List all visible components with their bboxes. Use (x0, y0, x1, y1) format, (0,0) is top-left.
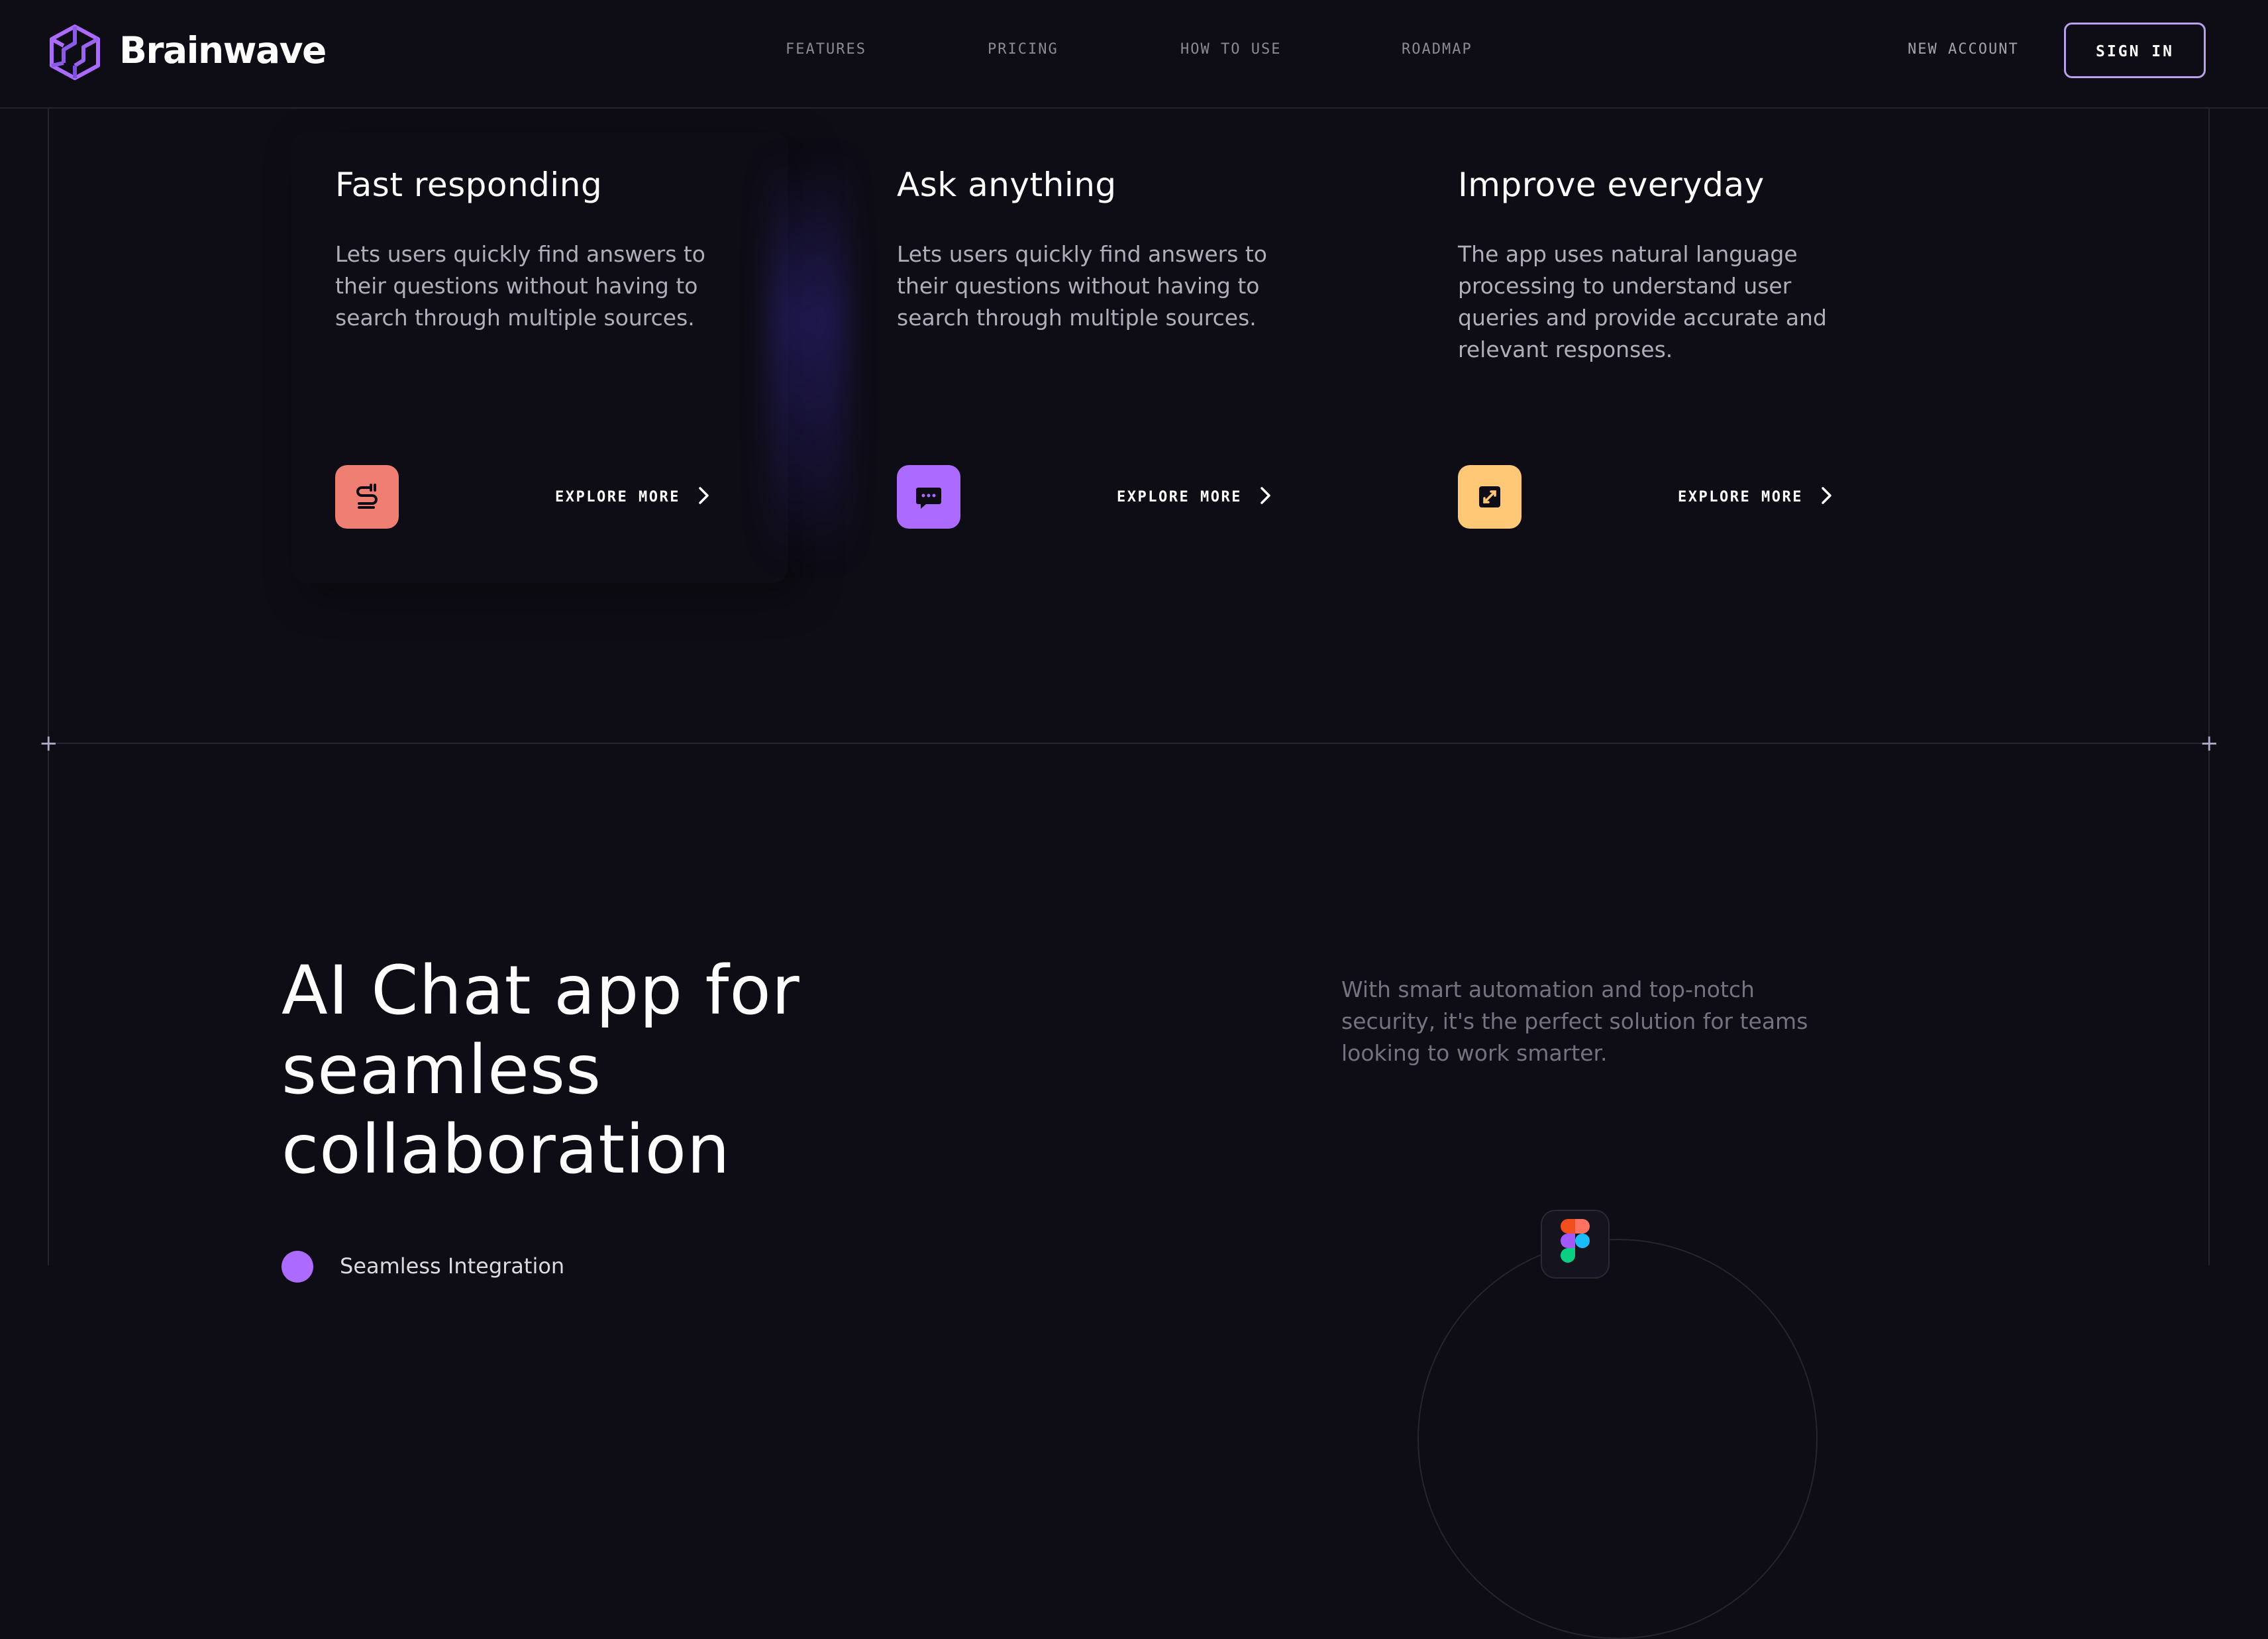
feature-description: The app uses natural language processing… (1458, 241, 1827, 362)
nav-features[interactable]: FEATURES (786, 41, 866, 58)
chevron-right-icon[interactable] (693, 485, 714, 506)
explore-more-link[interactable]: EXPLORE MORE (555, 489, 680, 505)
new-account-link[interactable]: NEW ACCOUNT (1908, 41, 2019, 58)
feature-title: Fast responding (335, 166, 603, 204)
chat-bubble-icon (916, 488, 941, 509)
header: Brainwave FEATURES PRICING HOW TO USE RO… (0, 0, 2268, 109)
nav-pricing[interactable]: PRICING (988, 41, 1058, 58)
feature-icon-box (1458, 465, 1521, 529)
collab-heading: AI Chat app for seamless collaboration (282, 951, 800, 1189)
feature-icon-box (335, 465, 399, 529)
collab-description: With smart automation and top-notch secu… (1341, 977, 1808, 1066)
feature-title: Ask anything (897, 166, 1117, 204)
feature-card-improve-everyday[interactable]: Improve everyday The app uses natural la… (1458, 166, 1882, 550)
explore-more-link[interactable]: EXPLORE MORE (1678, 489, 1803, 505)
brand-name[interactable]: Brainwave (119, 29, 327, 72)
gradient-glow (768, 152, 848, 563)
feature-title: Improve everyday (1458, 166, 1765, 204)
plus-decoration-left-icon: + (39, 730, 58, 757)
frame-right-line (2208, 107, 2210, 1265)
app-orbit-ring (1418, 1239, 1818, 1639)
nav-how-to-use[interactable]: HOW TO USE (1180, 41, 1281, 58)
explore-more-link[interactable]: EXPLORE MORE (1117, 489, 1242, 505)
figma-icon (1561, 1219, 1590, 1263)
chevron-right-icon[interactable] (1816, 485, 1837, 506)
frame-left-line (48, 107, 49, 1265)
expand-icon (1479, 486, 1500, 507)
plug-icon (356, 484, 378, 509)
feature-icon-box (897, 465, 960, 529)
feature-list-item: Seamless Integration (340, 1253, 565, 1279)
sign-in-button[interactable]: SIGN IN (2064, 23, 2206, 78)
feature-description: Lets users quickly find answers to their… (897, 241, 1268, 331)
sign-in-label: SIGN IN (2096, 43, 2174, 60)
feature-card-ask-anything[interactable]: Ask anything Lets users quickly find ans… (897, 166, 1321, 550)
app-icon-tile[interactable] (1541, 1210, 1610, 1279)
plus-decoration-right-icon: + (2200, 730, 2219, 757)
brainwave-logo-icon[interactable] (45, 23, 105, 81)
nav-roadmap[interactable]: ROADMAP (1402, 41, 1472, 58)
feature-card-fast-responding[interactable]: Fast responding Lets users quickly find … (335, 166, 759, 550)
check-icon (282, 1251, 313, 1283)
section-divider (48, 743, 2210, 744)
chevron-right-icon[interactable] (1255, 485, 1276, 506)
feature-description: Lets users quickly find answers to their… (335, 241, 706, 331)
